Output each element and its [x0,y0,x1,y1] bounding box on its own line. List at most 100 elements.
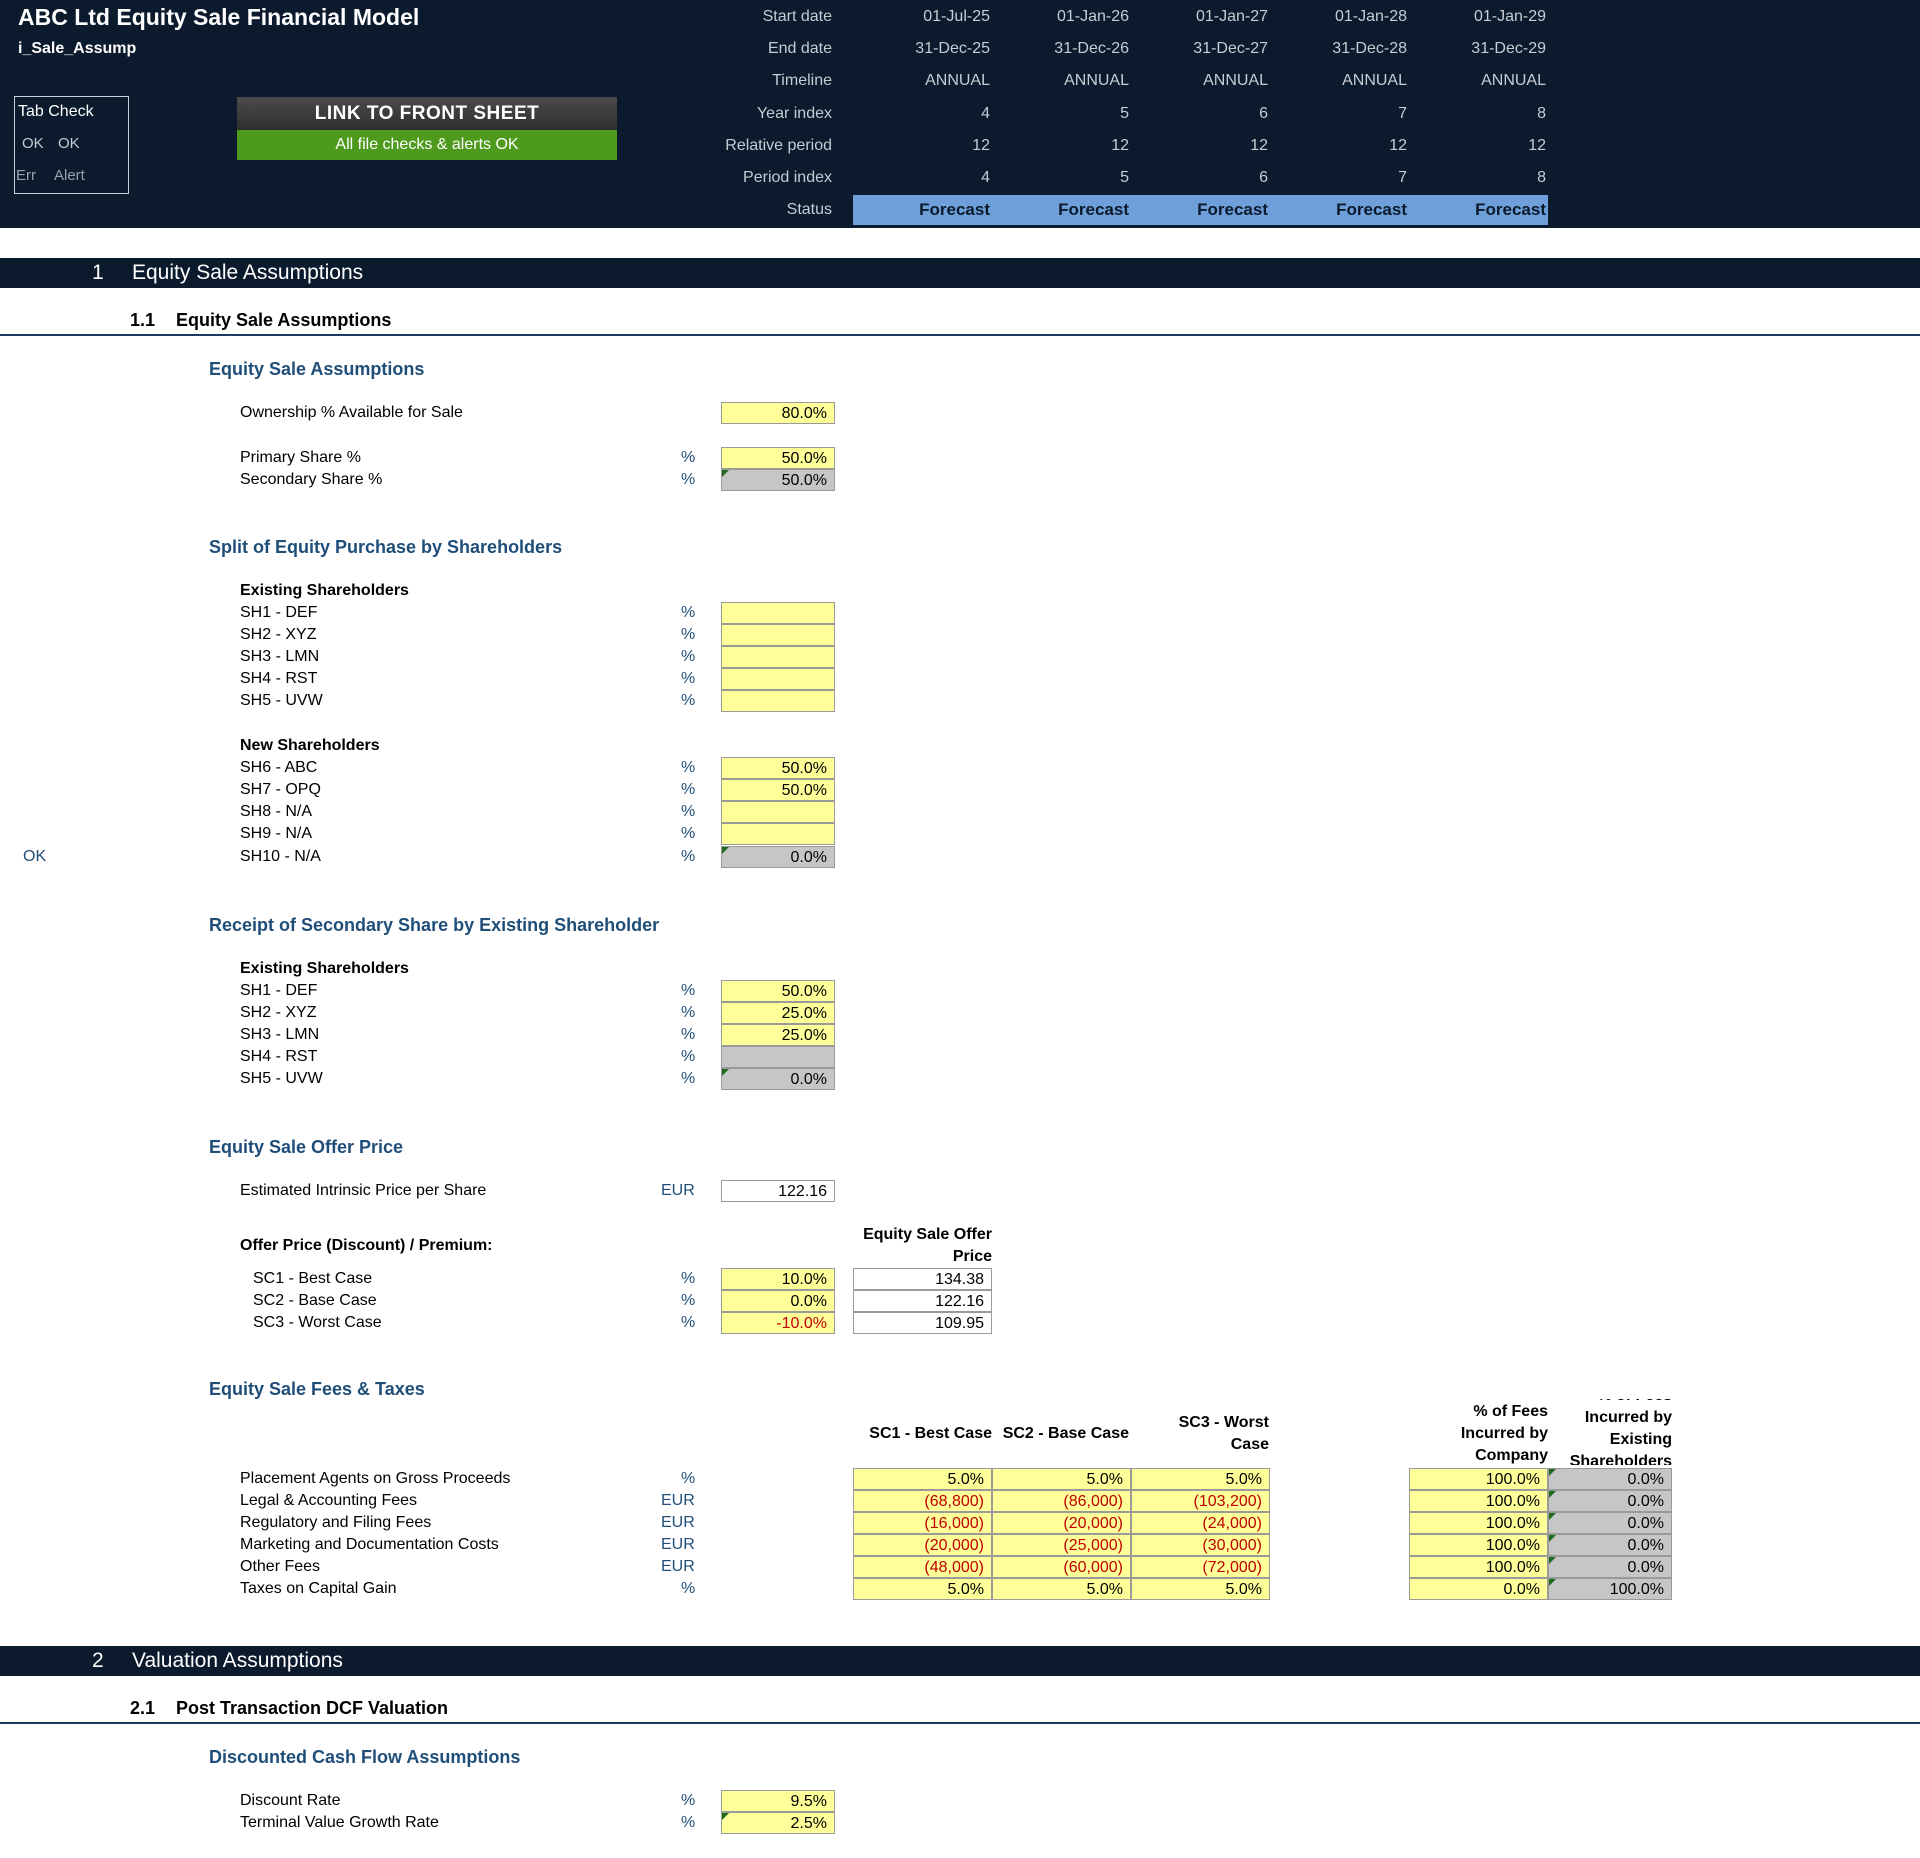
offer-price-col-head: Equity Sale Offer Price [863,1226,992,1265]
fees-row-6-sc2[interactable]: 5.0% [992,1578,1131,1600]
receipt-sh3-input[interactable]: 25.0% [721,1024,835,1046]
split-sh8-input[interactable] [721,801,835,823]
file-checks-status: All file checks & alerts OK [237,130,617,160]
primary-share-input[interactable]: 50.0% [721,447,835,469]
fees-row-3-sc2[interactable]: (20,000) [992,1512,1131,1534]
offer-sc2-price: 122.16 [853,1290,992,1312]
fees-row-2-company[interactable]: 100.0% [1409,1490,1548,1512]
fees-row-1-sc2[interactable]: 5.0% [992,1468,1131,1490]
ownership-input[interactable]: 80.0% [721,402,835,424]
split-sh4-unit: % [681,670,696,687]
fees-row-4-sc3[interactable]: (30,000) [1131,1534,1270,1556]
fees-row-6-sc1[interactable]: 5.0% [853,1578,992,1600]
period-2-start: 01-Jan-26 [1056,8,1129,25]
fees-col-existing-clip: % of Fees Incurred by Existing Sharehold… [1548,1399,1672,1465]
receipt-sh4-unit: % [681,1048,696,1065]
fees-col-sc2: SC2 - Base Case [1002,1425,1129,1442]
fees-row-6-sc3[interactable]: 5.0% [1131,1578,1270,1600]
fees-row-3-existing: 0.0% [1548,1512,1672,1534]
fees-row-4-sc2[interactable]: (25,000) [992,1534,1131,1556]
split-sh4-label: SH4 - RST [240,670,318,687]
fees-row-1-sc3[interactable]: 5.0% [1131,1468,1270,1490]
fees-row-2-sc3[interactable]: (103,200) [1131,1490,1270,1512]
fees-row-6-unit: % [681,1580,696,1597]
primary-share-unit: % [681,449,696,466]
offer-sc3-label: SC3 - Worst Case [253,1314,382,1331]
fees-row-2-sc2[interactable]: (86,000) [992,1490,1131,1512]
intrinsic-price-unit: EUR [661,1182,695,1199]
period-3-end: 31-Dec-27 [1193,40,1268,57]
fees-row-1-sc1[interactable]: 5.0% [853,1468,992,1490]
discount-rate-input[interactable]: 9.5% [721,1790,835,1812]
period-3-year-index: 6 [1259,105,1268,122]
primary-share-label: Primary Share % [240,449,361,466]
fees-row-3-sc1[interactable]: (16,000) [853,1512,992,1534]
period-2-status: Forecast [992,195,1131,225]
timeline-label-status: Status [786,201,832,218]
split-sh6-unit: % [681,759,696,776]
tab-check-ok-1: OK [22,135,44,152]
fees-row-4-sc1[interactable]: (20,000) [853,1534,992,1556]
fees-row-2-sc1[interactable]: (68,800) [853,1490,992,1512]
receipt-sh1-input[interactable]: 50.0% [721,980,835,1002]
offer-sc2-input[interactable]: 0.0% [721,1290,835,1312]
fees-row-4-company[interactable]: 100.0% [1409,1534,1548,1556]
tab-check-err: Err [16,167,36,184]
split-sh1-input[interactable] [721,602,835,624]
timeline-label-start: Start date [762,8,832,25]
offer-sc3-input[interactable]: -10.0% [721,1312,835,1334]
terminal-growth-input[interactable]: 2.5% [721,1812,835,1834]
split-sh2-input[interactable] [721,624,835,646]
period-5-timeline: ANNUAL [1481,72,1546,89]
receipt-sh1-unit: % [681,982,696,999]
split-sh4-input[interactable] [721,668,835,690]
receipt-sh3-unit: % [681,1026,696,1043]
period-4-end: 31-Dec-28 [1332,40,1407,57]
fees-row-5-sc3[interactable]: (72,000) [1131,1556,1270,1578]
period-5-end: 31-Dec-29 [1471,40,1546,57]
terminal-growth-unit: % [681,1814,696,1831]
receipt-sh5-unit: % [681,1070,696,1087]
fees-row-5-sc1[interactable]: (48,000) [853,1556,992,1578]
fees-row-6-company[interactable]: 0.0% [1409,1578,1548,1600]
group-title-fees-taxes: Equity Sale Fees & Taxes [209,1379,425,1399]
section-1-title: Equity Sale Assumptions [132,261,364,284]
split-new-head: New Shareholders [240,737,380,754]
fees-row-3-company[interactable]: 100.0% [1409,1512,1548,1534]
fees-col-sc3: SC3 - Worst Case [1178,1414,1269,1453]
split-sh7-input[interactable]: 50.0% [721,779,835,801]
split-sh5-unit: % [681,692,696,709]
fees-row-3-label: Regulatory and Filing Fees [240,1514,432,1531]
split-sh3-input[interactable] [721,646,835,668]
split-sh9-input[interactable] [721,823,835,845]
subsection-1-1-number: 1.1 [130,310,156,330]
split-sh6-input[interactable]: 50.0% [721,757,835,779]
fees-row-6-existing: 100.0% [1548,1578,1672,1600]
period-1-status: Forecast [853,195,992,225]
fees-row-5-company[interactable]: 100.0% [1409,1556,1548,1578]
split-sh5-input[interactable] [721,690,835,712]
fees-row-5-label: Other Fees [240,1558,321,1575]
split-sh10-value: 0.0% [721,846,835,868]
period-3-timeline: ANNUAL [1203,72,1268,89]
group-title-split-equity-purchase: Split of Equity Purchase by Shareholders [209,537,563,557]
offer-sc1-label: SC1 - Best Case [253,1270,373,1287]
link-to-front-sheet-button[interactable]: LINK TO FRONT SHEET [237,97,617,130]
split-sh3-unit: % [681,648,696,665]
offer-sc1-price: 134.38 [853,1268,992,1290]
section-1-bar: 1 Equity Sale Assumptions [0,258,1920,288]
split-sh1-unit: % [681,604,696,621]
period-2-end: 31-Dec-26 [1054,40,1129,57]
split-sh1-label: SH1 - DEF [240,604,318,621]
fees-row-1-existing: 0.0% [1548,1468,1672,1490]
fees-row-1-company[interactable]: 100.0% [1409,1468,1548,1490]
fees-row-3-sc3[interactable]: (24,000) [1131,1512,1270,1534]
fees-row-4-existing: 0.0% [1548,1534,1672,1556]
split-sh8-label: SH8 - N/A [240,803,313,820]
group-title-offer-price: Equity Sale Offer Price [209,1137,404,1157]
fees-row-2-label: Legal & Accounting Fees [240,1492,418,1509]
receipt-sh2-input[interactable]: 25.0% [721,1002,835,1024]
section-2-number: 2 [92,1649,104,1672]
fees-row-5-sc2[interactable]: (60,000) [992,1556,1131,1578]
offer-sc1-input[interactable]: 10.0% [721,1268,835,1290]
